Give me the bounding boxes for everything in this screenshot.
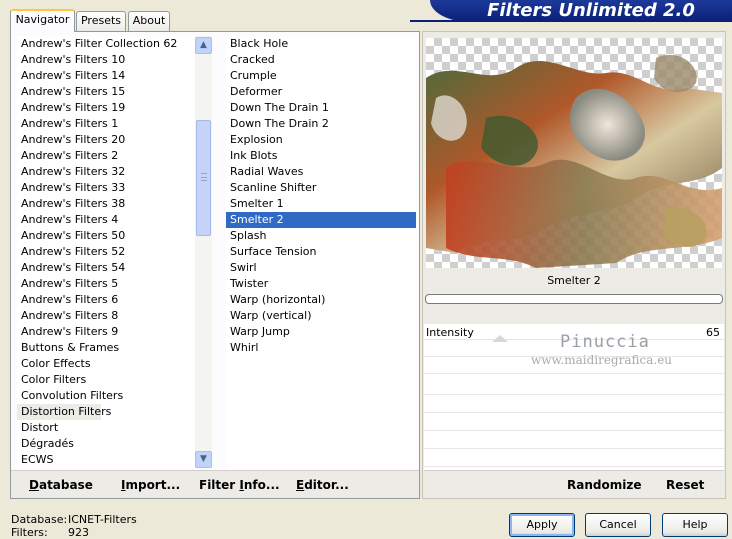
filter-list[interactable]: Black Hole Cracked Crumple Deformer Down The… [226, 36, 416, 468]
category-list-item[interactable]: Andrew's Filters 14 [17, 68, 195, 84]
filter-list-item[interactable]: Splash [226, 228, 416, 244]
filter-list-item[interactable]: Swirl [226, 260, 416, 276]
category-list-item[interactable]: ECWS [17, 452, 195, 468]
category-list-item[interactable]: Dégradés [17, 436, 195, 452]
filter-list-item[interactable]: Down The Drain 1 [226, 100, 416, 116]
filter-list-item[interactable]: Warp Jump [226, 324, 416, 340]
reset-button[interactable]: Reset [666, 477, 704, 493]
filter-list-item[interactable]: Black Hole [226, 36, 416, 52]
help-button[interactable]: Help [662, 513, 728, 537]
parameter-row-empty [424, 379, 724, 395]
preview-artwork [426, 54, 722, 268]
filter-list-item[interactable]: Twister [226, 276, 416, 292]
tab-navigator[interactable]: Navigator [10, 9, 75, 32]
category-list-item[interactable]: Andrew's Filters 19 [17, 100, 195, 116]
category-list-item[interactable]: Andrew's Filters 1 [17, 116, 195, 132]
database-button[interactable]: Database [29, 477, 93, 493]
apply-button[interactable]: Apply [509, 513, 575, 537]
filter-info-button[interactable]: Filter Info... [199, 477, 280, 493]
editor-button[interactable]: Editor... [296, 477, 349, 493]
category-list-item[interactable]: Andrew's Filters 4 [17, 212, 195, 228]
filter-list-item[interactable]: Surface Tension [226, 244, 416, 260]
filter-list-item[interactable]: Warp (horizontal) [226, 292, 416, 308]
app-title-banner: Filters Unlimited 2.0 [430, 0, 732, 22]
filter-list-item[interactable]: Radial Waves [226, 164, 416, 180]
category-list-item[interactable]: Andrew's Filters 54 [17, 260, 195, 276]
preview-image [426, 38, 722, 268]
chevron-up-icon[interactable]: ▲ [195, 37, 212, 54]
category-list-item[interactable]: Andrew's Filters 52 [17, 244, 195, 260]
editor-mnemonic: E [296, 478, 305, 492]
filter-list-item[interactable]: Cracked [226, 52, 416, 68]
chevron-down-icon[interactable]: ▼ [195, 451, 212, 468]
filter-list-item[interactable]: Whirl [226, 340, 416, 356]
filters-status-label: Filters: [11, 526, 48, 539]
category-scrollbar[interactable]: ▲ ▼ [195, 36, 212, 468]
category-list-item[interactable]: Andrew's Filters 33 [17, 180, 195, 196]
randomize-button[interactable]: Randomize [567, 477, 641, 493]
category-list[interactable]: Andrew's Filter Collection 62 Andrew's Fi… [17, 36, 195, 468]
category-list-item[interactable]: Andrew's Filters 6 [17, 292, 195, 308]
filter-list-item[interactable]: Smelter 2 [226, 212, 416, 228]
category-list-item[interactable]: Andrew's Filters 38 [17, 196, 195, 212]
database-mnemonic: D [29, 478, 39, 492]
parameter-row-empty [424, 451, 724, 467]
filter-list-item[interactable]: Down The Drain 2 [226, 116, 416, 132]
filter-list-item[interactable]: Ink Blots [226, 148, 416, 164]
preview-filter-name: Smelter 2 [547, 274, 601, 287]
category-list-item[interactable]: Andrew's Filters 8 [17, 308, 195, 324]
grip-icon [201, 173, 207, 181]
filter-list-item[interactable]: Explosion [226, 132, 416, 148]
category-list-item[interactable]: Andrew's Filters 10 [17, 52, 195, 68]
cancel-button[interactable]: Cancel [585, 513, 651, 537]
parameter-row-empty [424, 397, 724, 413]
category-list-item[interactable]: Distort [17, 420, 195, 436]
category-list-item[interactable]: Color Effects [17, 356, 195, 372]
filter-list-item[interactable]: Crumple [226, 68, 416, 84]
intensity-value: 65 [706, 326, 720, 339]
category-list-item[interactable]: Distortion Filters [17, 404, 111, 420]
category-list-item[interactable]: Andrew's Filters 5 [17, 276, 195, 292]
category-list-item[interactable]: Buttons & Frames [17, 340, 195, 356]
database-status-label: Database: [11, 513, 68, 526]
editor-label: ditor... [304, 478, 349, 492]
database-label: atabase [38, 478, 93, 492]
watermark-url: www.maidiregrafica.eu [531, 353, 673, 367]
category-list-item[interactable]: Andrew's Filters 15 [17, 84, 195, 100]
database-status-value: ICNET-Filters [68, 513, 137, 526]
filter-list-item[interactable]: Deformer [226, 84, 416, 100]
filters-status-value: 923 [68, 526, 89, 539]
category-list-item[interactable]: Andrew's Filters 20 [17, 132, 195, 148]
progress-bar [425, 294, 723, 304]
tab-presets[interactable]: Presets [76, 11, 126, 31]
parameter-row-empty [424, 433, 724, 449]
filter-list-item[interactable]: Smelter 1 [226, 196, 416, 212]
tab-about[interactable]: About [128, 11, 170, 31]
category-list-item[interactable]: Andrew's Filter Collection 62 [17, 36, 195, 52]
category-list-item[interactable]: Convolution Filters [17, 388, 195, 404]
import-label: mport... [125, 478, 181, 492]
category-list-item[interactable]: Andrew's Filters 2 [17, 148, 195, 164]
filter-info-label: nfo... [243, 478, 280, 492]
category-list-item[interactable]: Andrew's Filters 9 [17, 324, 195, 340]
intensity-label: Intensity [426, 326, 474, 339]
filter-info-prefix: Filter [199, 478, 240, 492]
filter-list-item[interactable]: Warp (vertical) [226, 308, 416, 324]
watermark-name: Pinuccia [560, 332, 650, 352]
scrollbar-thumb[interactable] [196, 120, 211, 236]
filter-list-item[interactable]: Scanline Shifter [226, 180, 416, 196]
parameter-row-empty [424, 415, 724, 431]
category-list-item[interactable]: Color Filters [17, 372, 195, 388]
category-list-item[interactable]: Andrew's Filters 50 [17, 228, 195, 244]
category-list-item[interactable]: Andrew's Filters 32 [17, 164, 195, 180]
import-button[interactable]: Import... [121, 477, 180, 493]
